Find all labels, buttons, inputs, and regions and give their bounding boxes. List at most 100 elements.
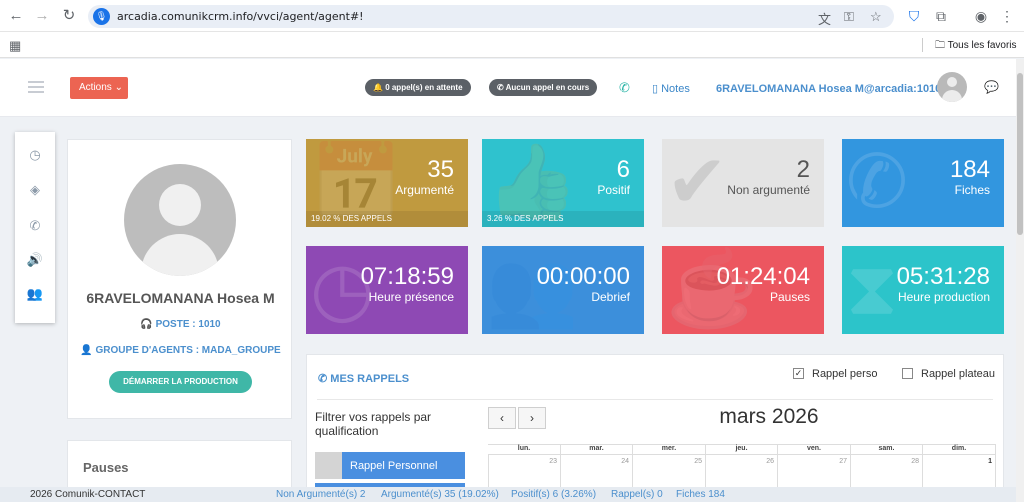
chat-icon[interactable]: 💬	[984, 80, 999, 94]
weekday-header: ven.	[778, 445, 851, 455]
rappels-title-text: MES RAPPELS	[330, 373, 410, 385]
actions-label: Actions	[79, 82, 112, 93]
waiting-calls-text: 0 appel(s) en attente	[385, 83, 463, 92]
menu-kebab-icon[interactable]: ⋮	[998, 7, 1016, 25]
tile-value: 00:00:00	[536, 263, 630, 290]
agent-id[interactable]: 6RAVELOMANANA Hosea M@arcadia:1010	[716, 83, 941, 95]
start-production-button[interactable]: DÉMARRER LA PRODUCTION	[109, 371, 252, 393]
browser-toolbar: ← → ↻ 🎙 arcadia.comunikcrm.info/vvci/age…	[0, 0, 1024, 32]
tile-fiches[interactable]: ✆ 184 Fiches	[842, 139, 1004, 227]
tile-label: Debrief	[591, 290, 630, 304]
calendar-prev-button[interactable]: ‹	[488, 407, 516, 429]
page-scrollbar[interactable]	[1016, 59, 1024, 502]
user-icon: 👤	[80, 345, 93, 356]
tile-positif[interactable]: 👍 6 Positif 3.26 % DES APPELS	[482, 139, 644, 227]
weekday-header: sam.	[851, 445, 923, 455]
tile-non-argumente[interactable]: ✔ 2 Non argumenté	[662, 139, 824, 227]
profile-avatar	[124, 164, 236, 276]
tile-label: Argumenté	[395, 183, 454, 197]
qualification-label: Rappel Personnel	[350, 460, 438, 472]
status-positif: Positif(s) 6 (3.26%)	[511, 489, 597, 500]
shield-icon[interactable]: ⛉	[905, 7, 923, 25]
divider	[317, 399, 993, 400]
thumbs-up-icon: 👍	[486, 140, 579, 223]
hamburger-menu-icon[interactable]	[28, 81, 44, 93]
current-call-badge: ✆ Aucun appel en cours	[489, 79, 598, 96]
weekday-header: mar.	[561, 445, 633, 455]
tile-value: 07:18:59	[360, 263, 454, 290]
profile-icon[interactable]: ◉	[972, 7, 990, 25]
phone-icon[interactable]: ✆	[619, 80, 630, 96]
tile-value: 05:31:28	[896, 263, 990, 290]
extensions-icon[interactable]: ⧉	[932, 7, 950, 25]
tile-label: Non argumenté	[727, 183, 810, 197]
tile-debrief[interactable]: 👥 00:00:00 Debrief	[482, 246, 644, 334]
chevron-down-icon: ⌄	[114, 82, 123, 93]
tile-value: 01:24:04	[716, 263, 810, 290]
tile-heure-production[interactable]: ⧗ 05:31:28 Heure production	[842, 246, 1004, 334]
microphone-icon[interactable]: 🎙	[93, 8, 110, 25]
qualification-swatch	[315, 452, 342, 479]
avatar[interactable]	[937, 72, 967, 102]
bookmark-folder[interactable]: 🗀 Tous les favoris	[935, 38, 1017, 55]
profile-poste: 🎧 POSTE : 1010	[68, 319, 293, 330]
qualification-item[interactable]: Rappel Personnel	[315, 452, 465, 479]
calendar-next-button[interactable]: ›	[518, 407, 546, 429]
tile-pauses[interactable]: ☕ 01:24:04 Pauses	[662, 246, 824, 334]
tile-label: Heure présence	[368, 290, 454, 304]
tile-argumente[interactable]: 📅 35 Argumenté 19.02 % DES APPELS	[306, 139, 468, 227]
history-clock-icon[interactable]: ◷	[15, 147, 55, 163]
group-icon[interactable]: 👥	[15, 286, 55, 302]
url-text[interactable]: arcadia.comunikcrm.info/vvci/agent/agent…	[117, 10, 364, 23]
status-fiches: Fiches 184	[676, 489, 725, 500]
headset-icon: 🎧	[140, 319, 153, 330]
pauses-title: Pauses	[83, 460, 129, 475]
rappels-title: ✆ MES RAPPELS	[318, 372, 409, 385]
status-rappel: Rappel(s) 0	[611, 489, 663, 500]
tile-footer: 19.02 % DES APPELS	[306, 211, 468, 227]
star-icon[interactable]: ☆	[870, 9, 882, 25]
back-icon[interactable]: ←	[7, 7, 25, 25]
notes-button[interactable]: ▯ Notes	[652, 82, 690, 95]
tile-value: 184	[949, 156, 990, 183]
actions-button[interactable]: Actions ⌄	[70, 77, 128, 99]
key-icon[interactable]: ⚿	[844, 9, 854, 25]
rappel-plateau-checkbox[interactable]	[902, 368, 913, 379]
weekday-header: dim.	[923, 445, 996, 455]
incoming-call-icon[interactable]: ✆	[15, 218, 55, 234]
tile-heure-presence[interactable]: ◷ 07:18:59 Heure présence	[306, 246, 468, 334]
copyright: 2026 Comunik-CONTACT	[30, 489, 146, 500]
scrollbar-thumb[interactable]	[1017, 73, 1023, 235]
check-circle-icon: ✔	[666, 140, 729, 223]
profile-poste-text: POSTE : 1010	[155, 319, 221, 330]
forward-icon[interactable]: →	[33, 7, 51, 25]
rappel-perso-label: Rappel perso	[812, 368, 878, 380]
layers-icon[interactable]: ◈	[15, 182, 55, 198]
tile-value: 6	[616, 156, 630, 183]
tile-label: Positif	[597, 183, 630, 197]
phone-icon: ✆	[846, 140, 909, 223]
filter-label: Filtrer vos rappels par qualification	[315, 410, 432, 438]
translate-icon[interactable]: 文	[818, 9, 831, 28]
status-argumente: Argumenté(s) 35 (19.02%)	[381, 489, 499, 500]
tile-value: 2	[796, 156, 810, 183]
tile-label: Heure production	[897, 290, 990, 304]
weekday-header: jeu.	[706, 445, 778, 455]
tile-label: Fiches	[954, 183, 990, 197]
apps-grid-icon[interactable]: ▦	[9, 38, 21, 54]
notes-label: Notes	[661, 83, 690, 95]
profile-name: 6RAVELOMANANA Hosea M	[86, 290, 275, 306]
calendar-check-icon: 📅	[310, 140, 403, 223]
reload-icon[interactable]: ↻	[60, 7, 78, 25]
tile-label: Pauses	[769, 290, 810, 304]
bookmarks-divider	[922, 38, 923, 52]
address-bar[interactable]: 🎙 arcadia.comunikcrm.info/vvci/agent/age…	[88, 5, 894, 28]
bookmark-folder-label: Tous les favoris	[947, 40, 1017, 51]
phone-icon: ✆	[318, 373, 328, 385]
app-header: Actions ⌄ 🔔 0 appel(s) en attente ✆ Aucu…	[0, 59, 1016, 117]
volume-icon[interactable]: 🔊	[15, 252, 55, 268]
rappel-plateau-label: Rappel plateau	[921, 368, 996, 380]
rappel-perso-checkbox[interactable]: ✓	[793, 368, 804, 379]
calendar-title: mars 2026	[719, 405, 819, 428]
profile-card: 6RAVELOMANANA Hosea M 🎧 POSTE : 1010 👤 G…	[67, 139, 292, 419]
